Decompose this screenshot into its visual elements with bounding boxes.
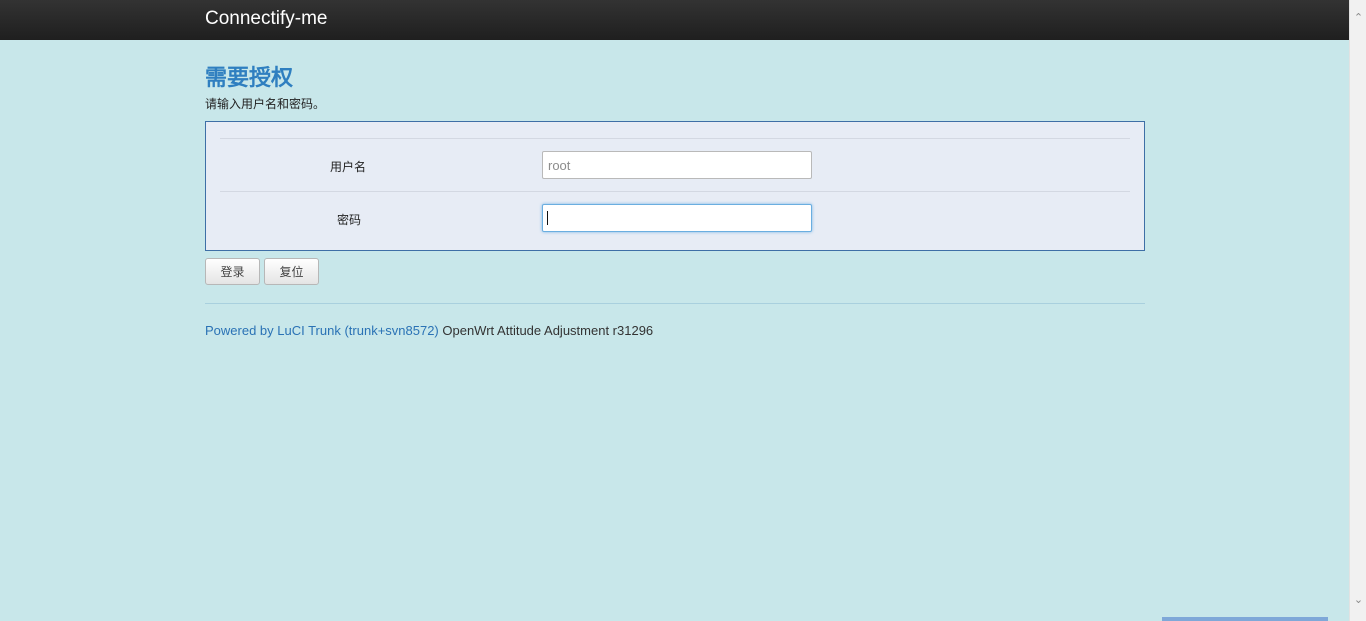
chevron-up-icon[interactable]: ⌃: [1352, 12, 1365, 25]
top-bar: Connectify-me: [0, 0, 1349, 40]
username-input[interactable]: [542, 151, 812, 179]
row-separator: [220, 138, 1130, 139]
vertical-scrollbar[interactable]: ⌃ ⌄: [1349, 0, 1366, 621]
footer: Powered by LuCI Trunk (trunk+svn8572) Op…: [205, 323, 653, 338]
username-label: 用户名: [329, 160, 366, 174]
row-separator: [220, 191, 1130, 192]
password-label: 密码: [336, 213, 361, 227]
luci-powered-link[interactable]: Powered by LuCI Trunk (trunk+svn8572): [205, 323, 439, 338]
password-input[interactable]: [542, 204, 812, 232]
reset-button[interactable]: 复位: [264, 258, 319, 285]
footer-divider: [205, 303, 1145, 304]
login-form-panel: 用户名 密码: [205, 121, 1145, 251]
chevron-down-icon[interactable]: ⌄: [1352, 594, 1365, 607]
login-button[interactable]: 登录: [205, 258, 260, 285]
login-description: 请输入用户名和密码。: [205, 97, 326, 111]
page-title: 需要授权: [205, 65, 294, 91]
brand-link[interactable]: Connectify-me: [205, 8, 328, 30]
text-caret: [547, 211, 548, 225]
openwrt-version-text: OpenWrt Attitude Adjustment r31296: [438, 323, 654, 338]
taskbar-fragment: [1162, 617, 1328, 621]
